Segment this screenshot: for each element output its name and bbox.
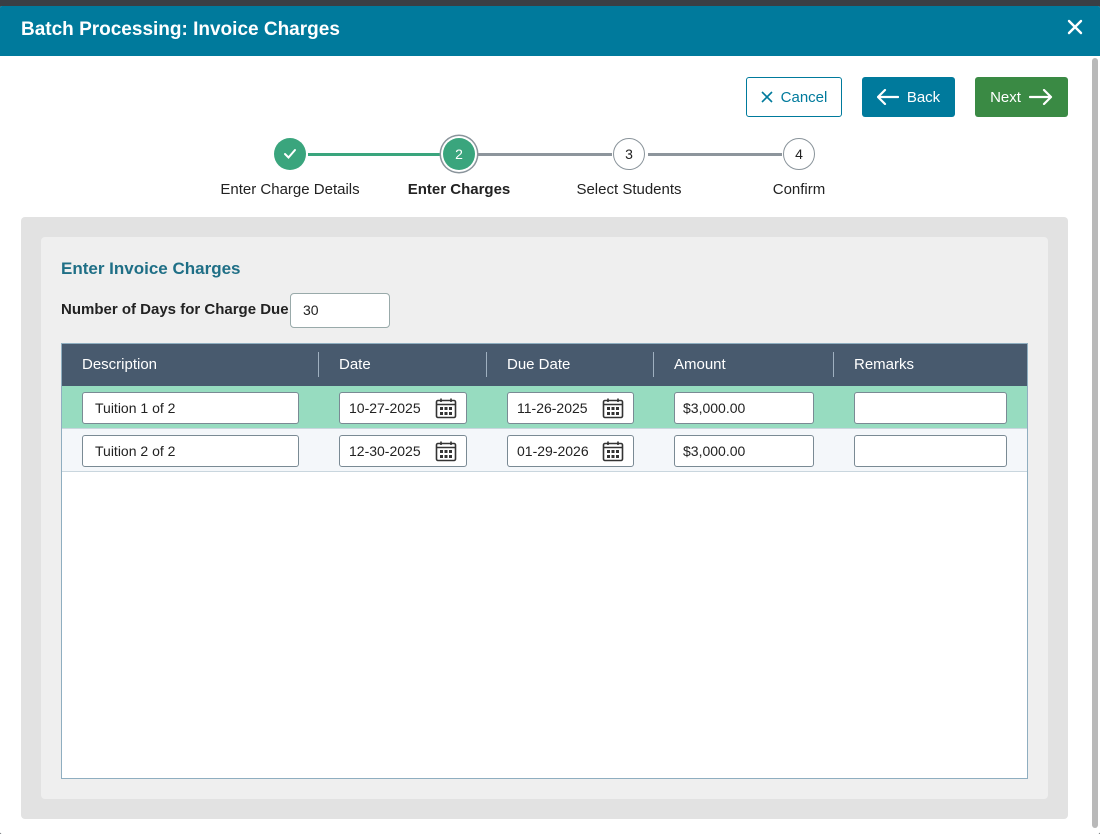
cancel-button[interactable]: Cancel [746, 77, 842, 117]
column-header-amount[interactable]: Amount [674, 356, 726, 373]
step-2-label: Enter Charges [407, 181, 511, 198]
step-4: 4 [783, 138, 815, 170]
amount-field[interactable]: $3,000.00 [674, 435, 814, 467]
next-button[interactable]: Next [975, 77, 1068, 117]
due-date-value: 01-29-2026 [517, 443, 589, 459]
column-header-due-date[interactable]: Due Date [507, 356, 570, 373]
arrow-right-icon [1028, 89, 1053, 105]
dialog-title: Batch Processing: Invoice Charges [21, 19, 340, 40]
step-1-complete [274, 138, 306, 170]
step-4-label: Confirm [772, 181, 826, 198]
table-row[interactable]: Tuition 1 of 2 10-27-2025 11-26-2025 $3,… [62, 386, 1027, 429]
wizard-stepper: 2 3 4 Enter Charge Details Enter Charges… [0, 134, 1100, 204]
calendar-icon[interactable] [435, 440, 457, 462]
due-date-field[interactable]: 11-26-2025 [507, 392, 634, 424]
back-button[interactable]: Back [862, 77, 955, 117]
column-divider [653, 352, 654, 377]
charges-grid: Description Date Due Date Amount Remarks… [61, 343, 1028, 779]
column-header-description[interactable]: Description [82, 356, 157, 373]
step-connector-3 [648, 153, 782, 156]
checkmark-icon [284, 149, 296, 159]
step-2-current: 2 [443, 138, 475, 170]
amount-field[interactable]: $3,000.00 [674, 392, 814, 424]
section-title: Enter Invoice Charges [61, 259, 241, 278]
calendar-icon[interactable] [602, 397, 624, 419]
column-divider [833, 352, 834, 377]
days-due-input[interactable]: 30 [290, 293, 390, 328]
step-3-label: Select Students [576, 181, 682, 198]
calendar-icon[interactable] [602, 440, 624, 462]
back-button-label: Back [906, 88, 941, 106]
table-row[interactable]: Tuition 2 of 2 12-30-2025 01-29-2026 $3,… [62, 429, 1027, 472]
step-3: 3 [613, 138, 645, 170]
column-header-remarks[interactable]: Remarks [854, 356, 914, 373]
description-field[interactable]: Tuition 1 of 2 [82, 392, 299, 424]
cancel-button-label: Cancel [780, 88, 828, 106]
column-divider [486, 352, 487, 377]
grid-header: Description Date Due Date Amount Remarks [62, 344, 1027, 386]
due-date-field[interactable]: 01-29-2026 [507, 435, 634, 467]
dialog-titlebar: Batch Processing: Invoice Charges [0, 6, 1100, 56]
remarks-field[interactable] [854, 392, 1007, 424]
close-icon[interactable] [1062, 14, 1088, 40]
step-connector-2 [478, 153, 612, 156]
invoice-charges-card: Enter Invoice Charges Number of Days for… [41, 237, 1048, 799]
date-field[interactable]: 12-30-2025 [339, 435, 467, 467]
date-value: 10-27-2025 [349, 400, 421, 416]
content-panel: Enter Invoice Charges Number of Days for… [21, 217, 1068, 819]
column-header-date[interactable]: Date [339, 356, 371, 373]
step-connector-1 [308, 153, 442, 156]
batch-processing-dialog: Batch Processing: Invoice Charges Cancel… [0, 6, 1100, 834]
date-field[interactable]: 10-27-2025 [339, 392, 467, 424]
step-1-label: Enter Charge Details [220, 181, 360, 198]
days-due-label: Number of Days for Charge Due [61, 301, 289, 318]
remarks-field[interactable] [854, 435, 1007, 467]
column-divider [318, 352, 319, 377]
arrow-left-icon [876, 89, 899, 105]
date-value: 12-30-2025 [349, 443, 421, 459]
next-button-label: Next [990, 88, 1021, 106]
description-field[interactable]: Tuition 2 of 2 [82, 435, 299, 467]
close-icon [761, 91, 773, 103]
due-date-value: 11-26-2025 [517, 400, 588, 416]
calendar-icon[interactable] [435, 397, 457, 419]
